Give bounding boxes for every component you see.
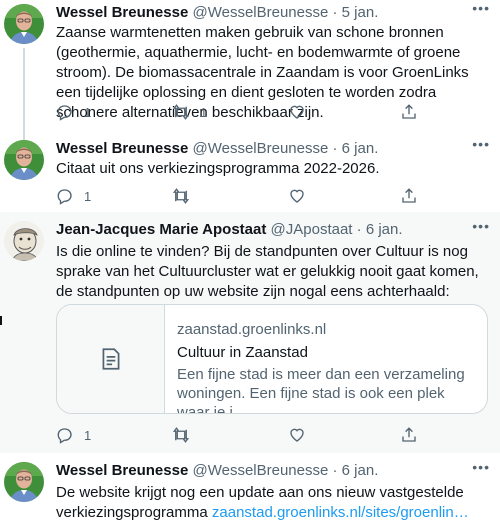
scroll-marker bbox=[0, 316, 2, 325]
heart-icon bbox=[288, 103, 306, 121]
reply-icon bbox=[56, 103, 74, 121]
tweet[interactable]: Wessel Breunesse @WesselBreunesse · 6 ja… bbox=[0, 136, 500, 212]
more-icon[interactable]: ••• bbox=[472, 219, 490, 233]
card-thumbnail bbox=[57, 305, 165, 413]
author-name[interactable]: Jean-Jacques Marie Apostaat bbox=[56, 221, 266, 238]
card-description: Een fijne stad is meer dan een verzameli… bbox=[177, 365, 477, 414]
retweet-icon bbox=[172, 187, 190, 205]
avatar[interactable] bbox=[4, 4, 44, 44]
more-icon[interactable]: ••• bbox=[472, 137, 490, 151]
author-handle[interactable]: @WesselBreunesse bbox=[192, 462, 328, 479]
tweet-text: Citaat uit ons verkiezingsprogramma 2022… bbox=[56, 160, 380, 177]
thread-line bbox=[23, 48, 25, 136]
reply-icon bbox=[56, 426, 74, 444]
share-button[interactable] bbox=[400, 102, 418, 122]
card-domain: zaanstad.groenlinks.nl bbox=[177, 321, 327, 338]
reply-icon bbox=[56, 187, 74, 205]
retweet-icon bbox=[172, 103, 190, 121]
tweet-text: De website krijgt nog een update aan ons… bbox=[56, 483, 492, 523]
link-card[interactable]: zaanstad.groenlinks.nl Cultuur in Zaanst… bbox=[56, 304, 488, 414]
share-icon bbox=[400, 103, 418, 121]
tweet-link[interactable]: zaanstad.groenlinks.nl/sites/groenlin… bbox=[212, 504, 469, 521]
separator: · bbox=[332, 4, 338, 21]
tweet-header: Wessel Breunesse @WesselBreunesse · 6 ja… bbox=[56, 139, 378, 159]
separator: · bbox=[356, 221, 362, 238]
tweet-actions: 1 1 bbox=[56, 102, 436, 122]
more-icon[interactable]: ••• bbox=[472, 1, 490, 15]
share-button[interactable] bbox=[400, 186, 418, 206]
retweet-count: 1 bbox=[200, 104, 208, 120]
tweet-time[interactable]: 6 jan. bbox=[342, 140, 379, 157]
tweet-header: Jean-Jacques Marie Apostaat @JApostaat ·… bbox=[56, 220, 403, 240]
tweet[interactable]: Jean-Jacques Marie Apostaat @JApostaat ·… bbox=[0, 212, 500, 453]
retweet-button[interactable] bbox=[172, 186, 190, 206]
tweet[interactable]: Wessel Breunesse @WesselBreunesse · 6 ja… bbox=[0, 453, 500, 521]
card-title: Cultuur in Zaanstad bbox=[177, 344, 308, 361]
like-button[interactable] bbox=[288, 102, 306, 122]
heart-icon bbox=[288, 426, 306, 444]
reply-count: 1 bbox=[84, 188, 92, 204]
reply-count: 1 bbox=[84, 427, 92, 443]
retweet-button[interactable]: 1 bbox=[172, 102, 207, 122]
author-name[interactable]: Wessel Breunesse bbox=[56, 140, 188, 157]
separator: · bbox=[332, 462, 338, 479]
tweet-header: Wessel Breunesse @WesselBreunesse · 6 ja… bbox=[56, 461, 378, 481]
heart-icon bbox=[288, 187, 306, 205]
separator: · bbox=[332, 140, 338, 157]
author-handle[interactable]: @WesselBreunesse bbox=[192, 4, 328, 21]
share-icon bbox=[400, 187, 418, 205]
author-handle[interactable]: @JApostaat bbox=[271, 221, 353, 238]
avatar[interactable] bbox=[4, 462, 44, 502]
share-icon bbox=[400, 426, 418, 444]
author-handle[interactable]: @WesselBreunesse bbox=[192, 140, 328, 157]
more-icon[interactable]: ••• bbox=[472, 460, 490, 474]
author-name[interactable]: Wessel Breunesse bbox=[56, 4, 188, 21]
like-button[interactable] bbox=[288, 186, 306, 206]
retweet-button[interactable] bbox=[172, 425, 190, 445]
avatar[interactable] bbox=[4, 140, 44, 180]
tweet-actions: 1 bbox=[56, 425, 436, 445]
reply-button[interactable]: 1 bbox=[56, 102, 91, 122]
share-button[interactable] bbox=[400, 425, 418, 445]
reply-count: 1 bbox=[84, 104, 92, 120]
like-button[interactable] bbox=[288, 425, 306, 445]
document-icon bbox=[98, 346, 124, 372]
tweet[interactable]: Wessel Breunesse @WesselBreunesse · 5 ja… bbox=[0, 0, 500, 136]
reply-button[interactable]: 1 bbox=[56, 186, 91, 206]
tweet-header: Wessel Breunesse @WesselBreunesse · 5 ja… bbox=[56, 3, 378, 23]
tweet-time[interactable]: 5 jan. bbox=[342, 4, 379, 21]
avatar[interactable] bbox=[4, 221, 44, 261]
tweet-time[interactable]: 6 jan. bbox=[342, 462, 379, 479]
card-description-line: Een fijne stad is meer dan een verzameli… bbox=[177, 366, 465, 383]
tweet-actions: 1 bbox=[56, 186, 436, 206]
author-name[interactable]: Wessel Breunesse bbox=[56, 462, 188, 479]
card-description-line: woningen. Een fijne stad is ook een plek… bbox=[177, 385, 445, 414]
tweet-time[interactable]: 6 jan. bbox=[366, 221, 403, 238]
tweet-text: Is die online te vinden? Bij de standpun… bbox=[56, 243, 479, 300]
reply-button[interactable]: 1 bbox=[56, 425, 91, 445]
retweet-icon bbox=[172, 426, 190, 444]
